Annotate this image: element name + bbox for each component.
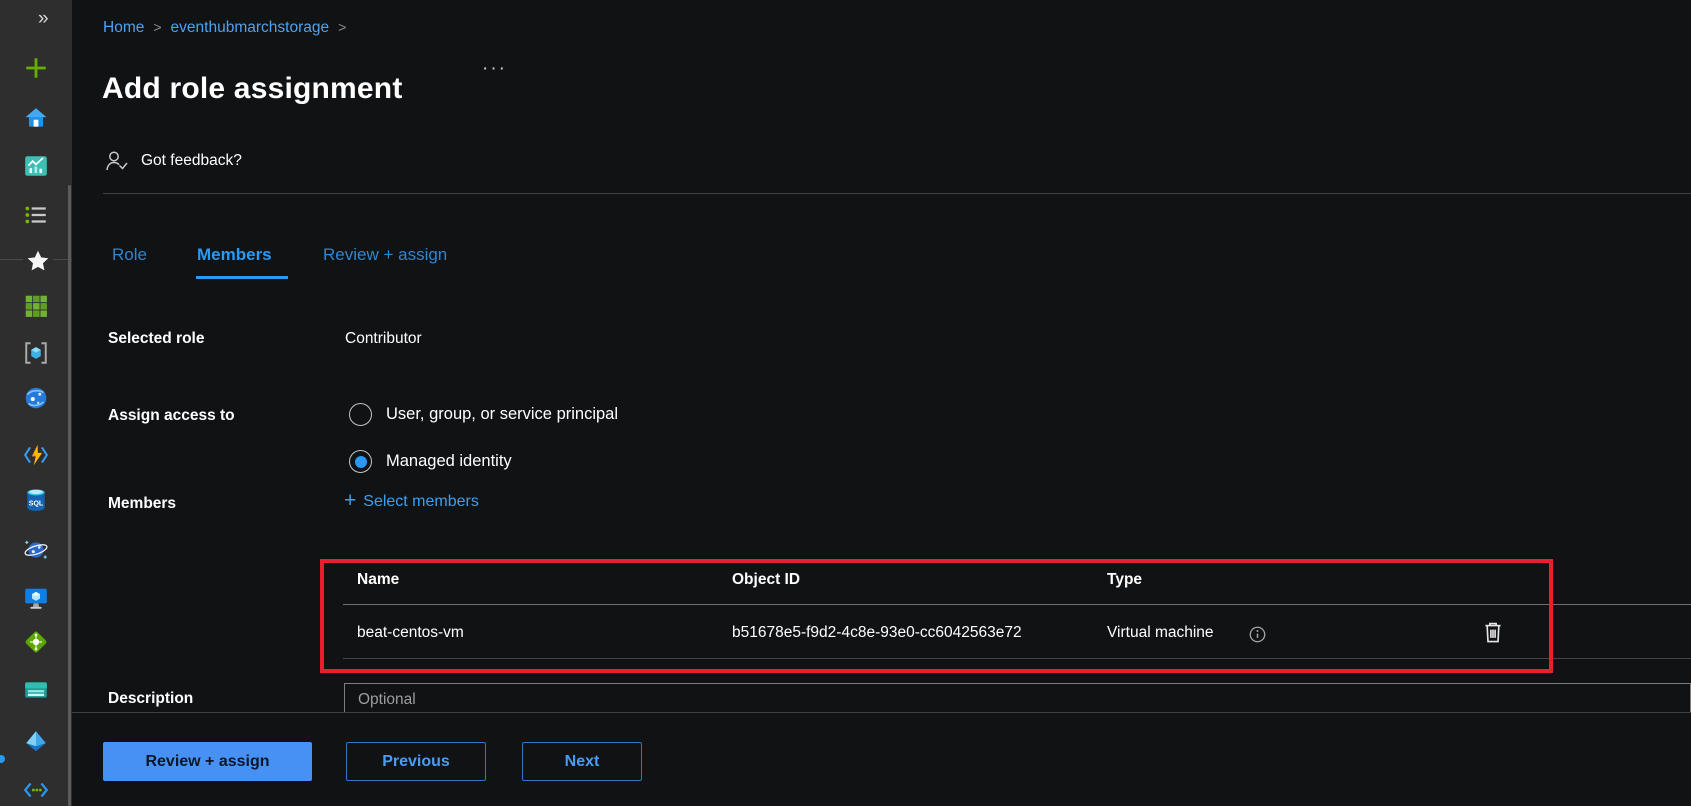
selected-role-value: Contributor: [345, 330, 422, 348]
active-item-indicator: [0, 755, 5, 763]
azure-portal-page: »: [0, 0, 1691, 806]
members-label: Members: [108, 495, 176, 513]
sidebar-item-dashboard[interactable]: [23, 153, 49, 179]
radio-option-managed-identity[interactable]: Managed identity: [349, 450, 512, 473]
radio-unselected-icon[interactable]: [349, 403, 372, 426]
breadcrumb-link-home[interactable]: Home: [103, 19, 144, 36]
svg-text:SQL: SQL: [29, 500, 44, 507]
sidebar-item-home[interactable]: [23, 105, 49, 131]
table-header-divider: [343, 604, 1691, 605]
table-header-type: Type: [1107, 571, 1142, 589]
footer-action-bar: [72, 712, 1691, 806]
tab-review-assign[interactable]: Review + assign: [323, 245, 447, 265]
home-icon: [23, 105, 49, 131]
dashboard-icon: [23, 153, 49, 179]
sidebar-item-cosmos-db[interactable]: [23, 537, 49, 563]
trash-icon: [1479, 617, 1507, 647]
globe-icon: [23, 385, 49, 411]
sidebar-item-virtual-machines[interactable]: [23, 585, 49, 611]
pyramid-icon: [23, 728, 49, 754]
next-button[interactable]: Next: [522, 742, 642, 781]
sidebar-item-all-services[interactable]: [23, 202, 49, 228]
header-divider: [103, 193, 1691, 194]
selected-role-label: Selected role: [108, 330, 205, 348]
radio-option-user-group[interactable]: User, group, or service principal: [349, 403, 618, 426]
radio-selected-icon[interactable]: [349, 450, 372, 473]
feedback-person-icon: [104, 148, 130, 174]
info-icon[interactable]: [1249, 626, 1266, 643]
sidebar-item-sql-databases[interactable]: SQL: [23, 487, 49, 513]
page-title: Add role assignment: [102, 72, 403, 106]
select-members-label: Select members: [363, 493, 479, 511]
load-balancer-icon: [23, 629, 49, 655]
all-services-icon: [23, 202, 49, 228]
plus-icon: [23, 55, 49, 81]
assign-access-to-label: Assign access to: [108, 407, 235, 425]
tab-members[interactable]: Members: [197, 245, 272, 265]
radio-option-label: Managed identity: [386, 452, 512, 471]
sql-database-icon: SQL: [23, 487, 49, 513]
delete-member-button[interactable]: [1479, 617, 1507, 647]
sidebar-item-all-resources[interactable]: [23, 293, 49, 319]
review-assign-button[interactable]: Review + assign: [103, 742, 312, 781]
resource-groups-icon: [23, 340, 49, 366]
sidebar-item-function-app[interactable]: [23, 442, 49, 468]
star-icon: [25, 248, 51, 274]
sidebar-item-create-resource[interactable]: [23, 55, 49, 81]
sidebar-item-app-services[interactable]: [23, 385, 49, 411]
member-object-id-cell: b51678e5-f9d2-4c8e-93e0-cc6042563e72: [732, 624, 1022, 642]
sidebar-collapse-button[interactable]: »: [38, 8, 49, 30]
got-feedback-label: Got feedback?: [141, 152, 242, 170]
got-feedback-button[interactable]: Got feedback?: [104, 148, 242, 174]
select-members-link[interactable]: + Select members: [344, 491, 479, 513]
code-dots-icon: [23, 777, 49, 803]
member-type-cell: Virtual machine: [1107, 624, 1214, 642]
sidebar-item-favorites[interactable]: [23, 247, 53, 275]
storage-account-icon: [23, 677, 49, 703]
breadcrumb: Home > eventhubmarchstorage >: [103, 19, 355, 37]
plus-icon: +: [344, 489, 356, 513]
grid-icon: [23, 293, 49, 319]
virtual-machine-icon: [23, 585, 49, 611]
member-name-cell: beat-centos-vm: [357, 624, 464, 642]
cosmos-db-icon: [23, 537, 49, 563]
breadcrumb-link-eventhubmarchstorage[interactable]: eventhubmarchstorage: [171, 19, 330, 36]
sidebar-item-storage-accounts[interactable]: [23, 677, 49, 703]
sidebar-item-azure-active-directory[interactable]: [23, 728, 49, 754]
function-app-icon: [23, 442, 49, 468]
sidebar-scrollbar[interactable]: [68, 185, 71, 806]
breadcrumb-separator: >: [153, 19, 161, 35]
description-label: Description: [108, 690, 193, 708]
breadcrumb-separator: >: [338, 19, 346, 35]
sidebar-item-resource-groups[interactable]: [23, 340, 49, 366]
sidebar: »: [0, 0, 72, 806]
sidebar-item-code-network[interactable]: [23, 777, 49, 803]
table-header-name: Name: [357, 571, 399, 589]
active-tab-underline: [196, 276, 288, 279]
red-highlight-annotation: [320, 559, 1553, 673]
tab-role[interactable]: Role: [112, 245, 147, 265]
previous-button[interactable]: Previous: [346, 742, 486, 781]
table-row-divider: [343, 658, 1691, 659]
sidebar-item-load-balancers[interactable]: [23, 629, 49, 655]
more-options-icon[interactable]: ···: [482, 58, 507, 80]
table-header-object-id: Object ID: [732, 571, 800, 589]
radio-option-label: User, group, or service principal: [386, 405, 618, 424]
